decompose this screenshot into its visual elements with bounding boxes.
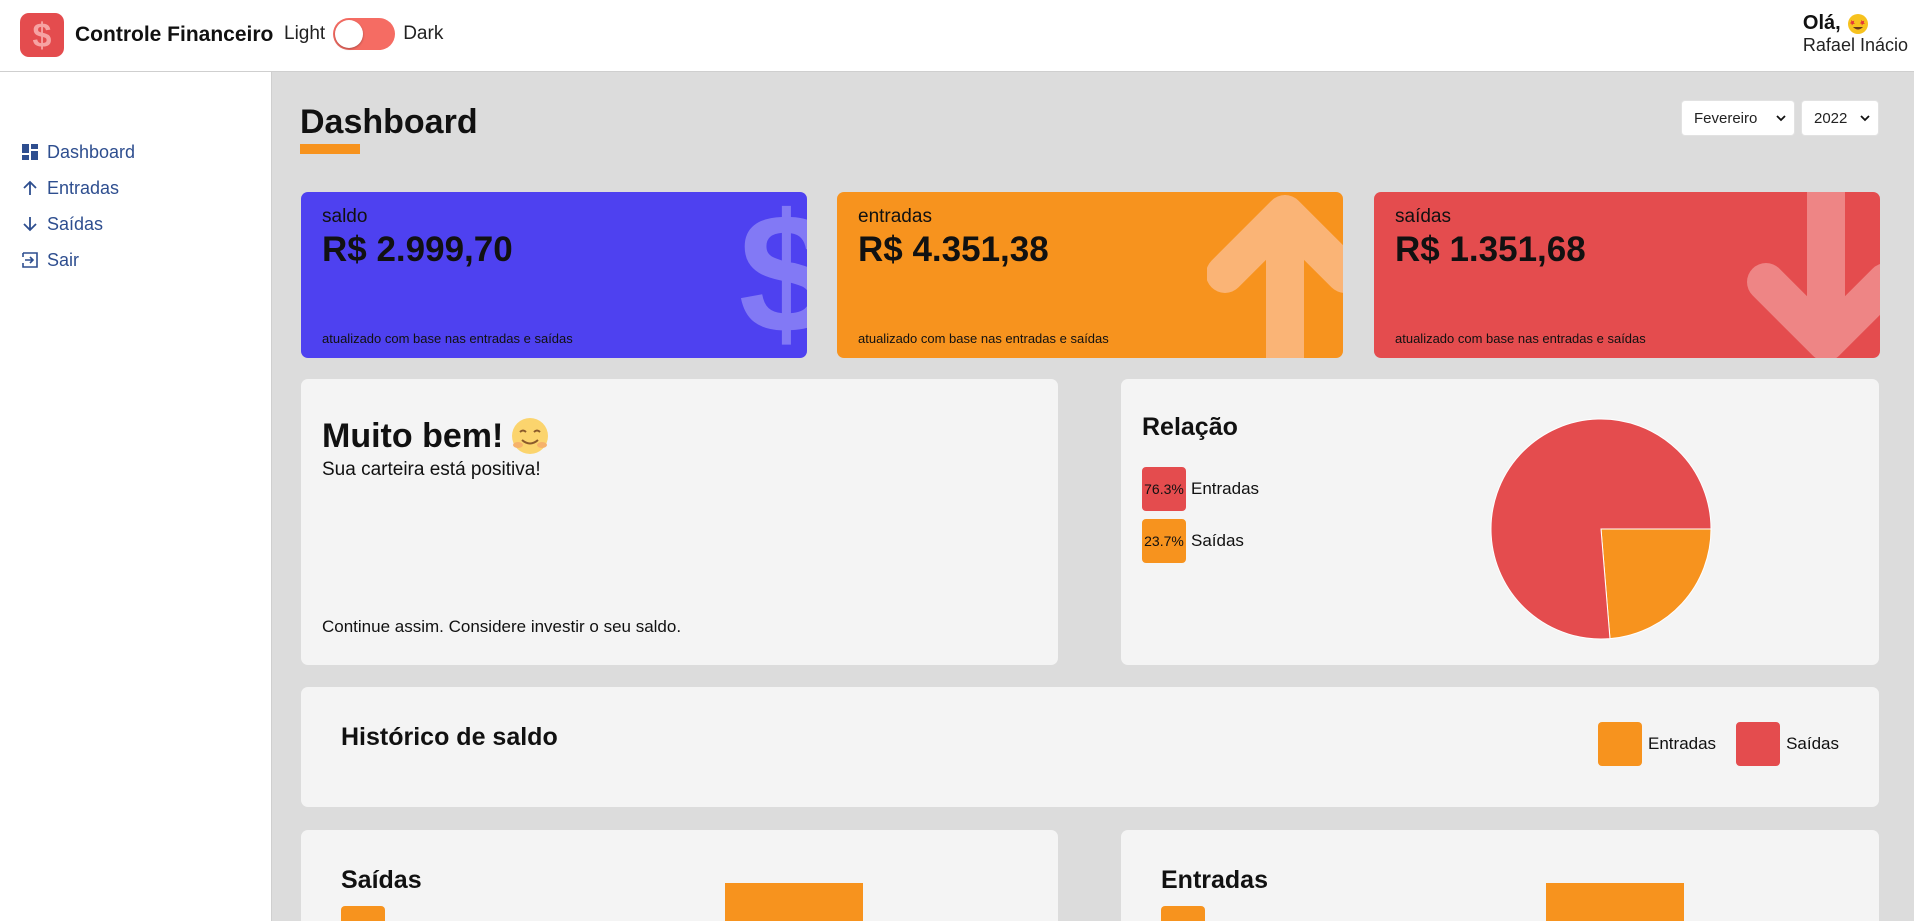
switch-knob: [335, 20, 364, 48]
legend-box-saidas: [1736, 722, 1781, 766]
greeting: Olá,: [1803, 12, 1908, 35]
arrow-down-icon: [23, 217, 37, 232]
year-value: 2022: [1814, 109, 1848, 127]
month-value: Fevereiro: [1694, 109, 1758, 127]
message-footer: Continue assim. Considere investir o seu…: [322, 617, 682, 636]
sidebar-item-saidas[interactable]: Saídas: [22, 206, 135, 242]
dashboard-icon: [22, 144, 38, 160]
saldo-footer: atualizado com base nas entradas e saída…: [322, 331, 573, 346]
saidas-value: R$ 1.351,68: [1395, 230, 1586, 269]
arrow-down-icon: [1747, 192, 1880, 358]
historico-box: Histórico de saldo Entradas Saídas: [301, 687, 1879, 807]
dollar-icon: $: [739, 192, 807, 358]
saidas-footer: atualizado com base nas entradas e saída…: [1395, 331, 1646, 346]
saidas-bar-title: Saídas: [341, 866, 422, 894]
saldo-title: saldo: [322, 206, 368, 227]
saidas-title: saídas: [1395, 206, 1451, 227]
legend-label-saidas: Saídas: [1191, 531, 1244, 550]
user-name: Rafael Inácio: [1802, 35, 1908, 55]
exit-icon: [22, 252, 38, 268]
pie-slice-saidas: [1600, 528, 1712, 640]
title-underline: [300, 144, 360, 154]
saidas-bar: [725, 883, 863, 921]
saidas-legend-swatch: [341, 906, 385, 921]
entradas-bar-title: Entradas: [1161, 866, 1268, 894]
legend-label-entradas: Entradas: [1191, 479, 1260, 498]
dollar-logo-icon: $: [20, 13, 64, 57]
light-label: Light: [284, 23, 326, 44]
sidebar-item-entradas[interactable]: Entradas: [22, 170, 135, 206]
historico-legend-saidas: Saídas: [1736, 722, 1839, 766]
page-title: Dashboard: [300, 103, 478, 141]
saldo-value: R$ 2.999,70: [322, 230, 513, 269]
happy-emoji-icon: [512, 418, 549, 454]
entradas-title: entradas: [858, 206, 932, 227]
legend-entradas: 76.3% Entradas: [1142, 467, 1259, 511]
legend-swatch-saidas: 23.7%: [1142, 519, 1186, 563]
entradas-card: entradas R$ 4.351,38 atualizado com base…: [837, 192, 1343, 358]
historico-title: Histórico de saldo: [341, 723, 558, 751]
sidebar-item-dashboard[interactable]: Dashboard: [22, 134, 135, 170]
legend-saidas: 23.7% Saídas: [1142, 519, 1244, 563]
dark-label: Dark: [403, 23, 444, 44]
month-select[interactable]: Fevereiro: [1681, 100, 1795, 136]
star-struck-emoji-icon: [1847, 13, 1868, 34]
app-title: Controle Financeiro: [75, 23, 274, 46]
message-title: Muito bem!: [322, 416, 504, 455]
main-content: Dashboard Fevereiro 2022 $ saldo R$ 2.99…: [273, 73, 1914, 921]
theme-switch[interactable]: [333, 18, 396, 50]
year-select[interactable]: 2022: [1801, 100, 1879, 136]
greeting-text: Olá,: [1802, 12, 1841, 34]
relacao-pie-chart: [1490, 418, 1712, 640]
legend-swatch-entradas: 76.3%: [1142, 467, 1186, 511]
user-profile: Olá, Rafael Inácio: [1803, 12, 1908, 56]
svg-text:$: $: [33, 17, 52, 53]
sidebar-item-label: Sair: [47, 249, 80, 270]
relacao-box: Relação 76.3% Entradas 23.7% Saídas: [1121, 379, 1879, 665]
sidebar-item-sair[interactable]: Sair: [22, 242, 135, 278]
sidebar-item-label: Saídas: [47, 213, 104, 234]
arrow-up-icon: [23, 180, 37, 195]
svg-text:$: $: [739, 192, 807, 358]
historico-legend: Entradas Saídas: [1578, 722, 1839, 766]
relacao-title: Relação: [1142, 413, 1238, 441]
chevron-down-icon: [1860, 115, 1870, 122]
sidebar-item-label: Dashboard: [47, 141, 136, 162]
sidebar: Dashboard Entradas Saídas Sair: [0, 72, 272, 921]
entradas-legend-swatch: [1161, 906, 1205, 921]
sidebar-item-label: Entradas: [47, 177, 120, 198]
message-title-row: Muito bem!: [322, 415, 551, 457]
entradas-bar: [1546, 883, 1684, 921]
brand[interactable]: $ Controle Financeiro: [20, 13, 273, 57]
historico-legend-entradas: Entradas: [1598, 722, 1716, 766]
message-description: Sua carteira está positiva!: [322, 459, 541, 480]
saldo-card: $ saldo R$ 2.999,70 atualizado com base …: [301, 192, 807, 358]
sidebar-nav: Dashboard Entradas Saídas Sair: [22, 134, 135, 278]
chevron-down-icon: [1776, 115, 1786, 122]
entradas-bar-box: Entradas: [1121, 830, 1879, 921]
saidas-card: saídas R$ 1.351,68 atualizado com base n…: [1374, 192, 1880, 358]
top-header: $ Controle Financeiro Light Dark Olá, Ra…: [0, 0, 1914, 72]
arrow-up-icon: [1207, 195, 1343, 358]
legend-text-saidas: Saídas: [1786, 734, 1839, 753]
message-box: Muito bem! Sua carteira está positiva! C…: [301, 379, 1058, 665]
entradas-value: R$ 4.351,38: [858, 230, 1049, 269]
saidas-bar-box: Saídas: [301, 830, 1058, 921]
theme-toggle: Light Dark: [284, 18, 443, 50]
legend-box-entradas: [1598, 722, 1643, 766]
entradas-footer: atualizado com base nas entradas e saída…: [858, 331, 1109, 346]
legend-text-entradas: Entradas: [1648, 734, 1717, 753]
